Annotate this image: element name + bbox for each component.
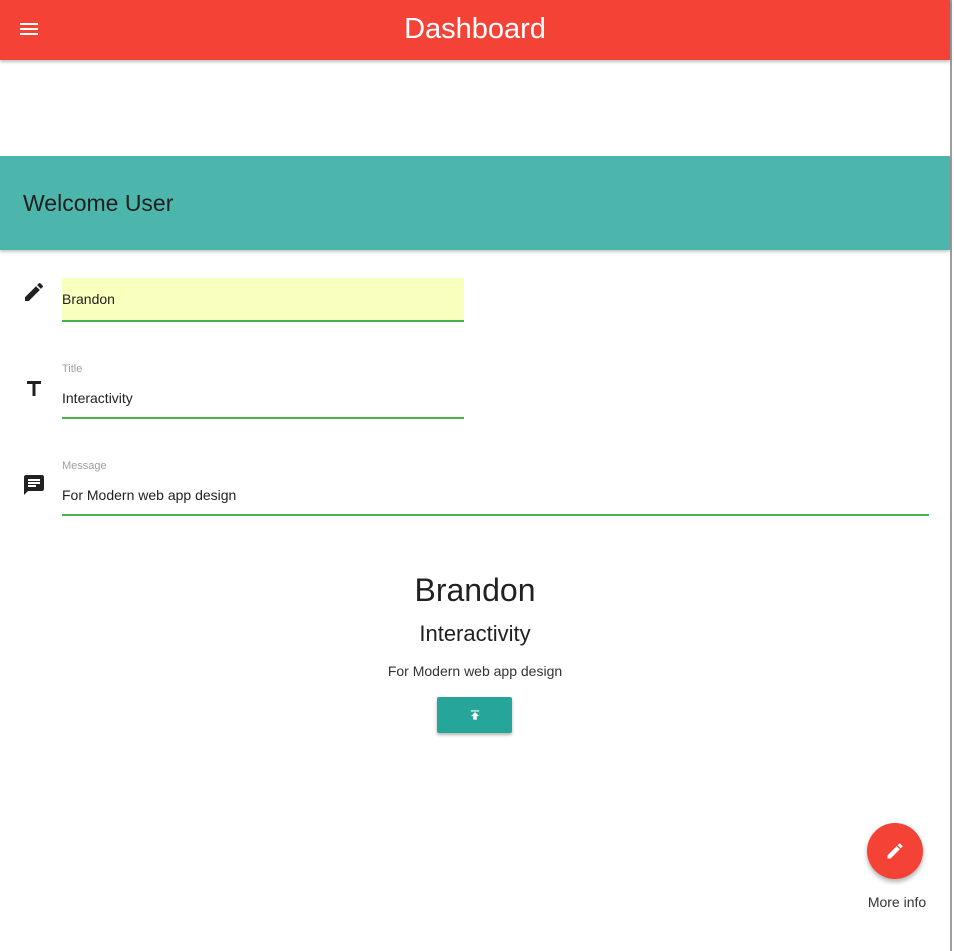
preview-name: Brandon [414,572,536,608]
title-field: Title [62,362,464,419]
message-input[interactable] [62,476,929,516]
welcome-banner: Welcome User [0,156,950,250]
name-field [62,278,464,322]
preview-message: For Modern web app design [387,663,563,679]
more-info-fab[interactable] [867,823,923,879]
fab-label: More info [867,894,927,910]
publish-button[interactable] [437,697,512,733]
text-format-icon [27,381,41,396]
pencil-icon [25,282,44,301]
publish-icon [470,710,479,720]
message-field: Message [62,459,929,516]
menu-icon [20,23,38,35]
page-title: Dashboard [404,13,546,45]
message-label: Message [62,460,107,472]
message-icon [24,475,44,495]
welcome-text: Welcome User [23,190,174,216]
menu-button[interactable] [10,10,48,48]
app-bar: Dashboard [0,0,950,60]
title-label: Title [62,363,83,375]
name-input[interactable] [62,278,464,322]
pencil-icon [887,843,903,859]
title-input[interactable] [62,379,464,419]
scrollbar-edge [950,0,952,951]
preview-title: Interactivity [419,621,531,646]
